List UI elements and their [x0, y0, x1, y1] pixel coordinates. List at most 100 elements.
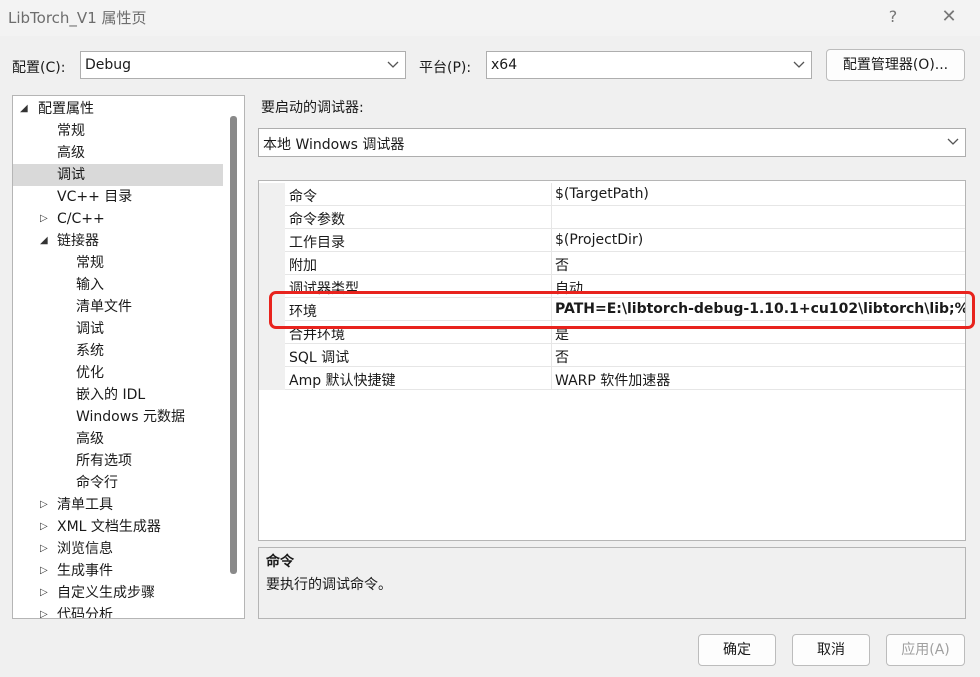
property-row[interactable]: Amp 默认快捷键 WARP 软件加速器: [259, 367, 965, 390]
config-value: Debug: [85, 57, 132, 73]
tree-item-label: 优化: [76, 365, 104, 381]
property-value[interactable]: 否: [555, 347, 569, 367]
description-panel: 命令 要执行的调试命令。: [258, 547, 966, 619]
tree-item-label: 系统: [76, 343, 104, 359]
tree-item-label: 常规: [57, 123, 85, 139]
expanded-arrow-icon[interactable]: ◢: [40, 230, 52, 252]
row-gutter: [259, 344, 285, 367]
tree-item[interactable]: 所有选项: [13, 450, 223, 472]
tree-item[interactable]: 嵌入的 IDL: [13, 384, 223, 406]
tree-item[interactable]: 常规: [13, 252, 223, 274]
description-text: 要执行的调试命令。: [266, 577, 392, 593]
property-row[interactable]: SQL 调试 否: [259, 344, 965, 367]
help-button[interactable]: ?: [875, 4, 911, 30]
property-value[interactable]: $(ProjectDir): [555, 232, 643, 248]
close-button[interactable]: ✕: [931, 4, 967, 30]
chevron-down-icon: [793, 61, 805, 68]
tree-item[interactable]: 高级: [13, 142, 223, 164]
tree-item[interactable]: ▷ 自定义生成步骤: [13, 582, 223, 604]
column-separator: [551, 252, 552, 275]
tree-item[interactable]: 输入: [13, 274, 223, 296]
platform-select[interactable]: x64: [486, 51, 812, 79]
tree-item[interactable]: Windows 元数据: [13, 406, 223, 428]
tree-item-label: 清单工具: [57, 497, 113, 513]
property-row[interactable]: 命令参数: [259, 206, 965, 229]
tree-item-label: 生成事件: [57, 563, 113, 579]
cancel-button[interactable]: 取消: [792, 634, 870, 666]
ok-label: 确定: [723, 642, 751, 658]
debugger-label: 要启动的调试器:: [261, 100, 364, 116]
tree-item[interactable]: 命令行: [13, 472, 223, 494]
ok-button[interactable]: 确定: [698, 634, 776, 666]
tree-item-label: Windows 元数据: [76, 409, 185, 425]
property-value[interactable]: WARP 软件加速器: [555, 370, 670, 390]
row-gutter: [259, 183, 285, 206]
tree-item[interactable]: ▷ 浏览信息: [13, 538, 223, 560]
collapsed-arrow-icon[interactable]: ▷: [40, 494, 52, 516]
apply-button[interactable]: 应用(A): [886, 634, 965, 666]
tree-item[interactable]: 调试: [13, 318, 223, 340]
config-select[interactable]: Debug: [80, 51, 406, 79]
property-grid: 命令 $(TargetPath) 命令参数 工作目录 $(ProjectDir) 附…: [258, 180, 966, 541]
property-name: Amp 默认快捷键: [289, 373, 396, 389]
tree-item[interactable]: 系统: [13, 340, 223, 362]
collapsed-arrow-icon[interactable]: ▷: [40, 560, 52, 582]
property-row[interactable]: 附加 否: [259, 252, 965, 275]
tree-item[interactable]: 高级: [13, 428, 223, 450]
platform-value: x64: [491, 57, 518, 73]
column-separator: [551, 183, 552, 206]
expanded-arrow-icon[interactable]: ◢: [20, 98, 32, 120]
tree-item[interactable]: 常规: [13, 120, 223, 142]
property-row[interactable]: 命令 $(TargetPath): [259, 183, 965, 206]
property-value[interactable]: $(TargetPath): [555, 186, 649, 202]
property-name: SQL 调试: [289, 350, 350, 366]
debugger-select[interactable]: 本地 Windows 调试器: [258, 128, 966, 157]
property-name: 附加: [289, 258, 317, 274]
description-title: 命令: [266, 554, 294, 570]
tree-scrollbar[interactable]: [230, 116, 237, 574]
tree-item[interactable]: ▷ 清单工具: [13, 494, 223, 516]
config-manager-label: 配置管理器(O)...: [842, 57, 949, 73]
tree-item[interactable]: 清单文件: [13, 296, 223, 318]
property-name: 命令参数: [289, 212, 345, 228]
tree-item[interactable]: VC++ 目录: [13, 186, 223, 208]
annotation-highlight-box: [269, 291, 975, 329]
row-gutter: [259, 252, 285, 275]
tree-item-label: 清单文件: [76, 299, 132, 315]
apply-label: 应用(A): [901, 642, 950, 658]
chevron-down-icon: [387, 61, 399, 68]
property-tree[interactable]: ◢ 配置属性 常规 高级 调试 VC++ 目录 ▷ C/C++ ◢ 链接器 常规 输入…: [12, 95, 245, 619]
collapsed-arrow-icon[interactable]: ▷: [40, 516, 52, 538]
tree-item-label: 自定义生成步骤: [57, 585, 155, 601]
tree-item-label: 配置属性: [38, 101, 94, 117]
tree-item-label: 嵌入的 IDL: [76, 387, 146, 403]
tree-item-label: VC++ 目录: [57, 189, 133, 205]
tree-item[interactable]: 优化: [13, 362, 223, 384]
tree-item-label: 高级: [76, 431, 104, 447]
row-gutter: [259, 367, 285, 390]
chevron-down-icon: [947, 138, 959, 145]
tree-item[interactable]: ◢ 配置属性: [13, 98, 223, 120]
tree-item[interactable]: ▷ 生成事件: [13, 560, 223, 582]
collapsed-arrow-icon[interactable]: ▷: [40, 582, 52, 604]
row-gutter: [259, 206, 285, 229]
tree-item-label: XML 文档生成器: [57, 519, 161, 535]
tree-item-label: 输入: [76, 277, 104, 293]
tree-item-selected[interactable]: 调试: [13, 164, 223, 186]
collapsed-arrow-icon[interactable]: ▷: [40, 538, 52, 560]
tree-item[interactable]: ▷ XML 文档生成器: [13, 516, 223, 538]
property-row[interactable]: 工作目录 $(ProjectDir): [259, 229, 965, 252]
tree-item[interactable]: ▷ C/C++: [13, 208, 223, 230]
config-manager-button[interactable]: 配置管理器(O)...: [826, 49, 965, 81]
collapsed-arrow-icon[interactable]: ▷: [40, 604, 52, 618]
tree-item[interactable]: ▷ 代码分析: [13, 604, 223, 618]
column-separator: [551, 367, 552, 390]
cancel-label: 取消: [817, 642, 845, 658]
column-separator: [551, 229, 552, 252]
tree-item-label: 调试: [57, 167, 85, 183]
property-name: 工作目录: [289, 235, 345, 251]
collapsed-arrow-icon[interactable]: ▷: [40, 208, 52, 230]
property-value[interactable]: 否: [555, 255, 569, 275]
tree-item[interactable]: ◢ 链接器: [13, 230, 223, 252]
window-title: LibTorch_V1 属性页: [8, 9, 147, 27]
